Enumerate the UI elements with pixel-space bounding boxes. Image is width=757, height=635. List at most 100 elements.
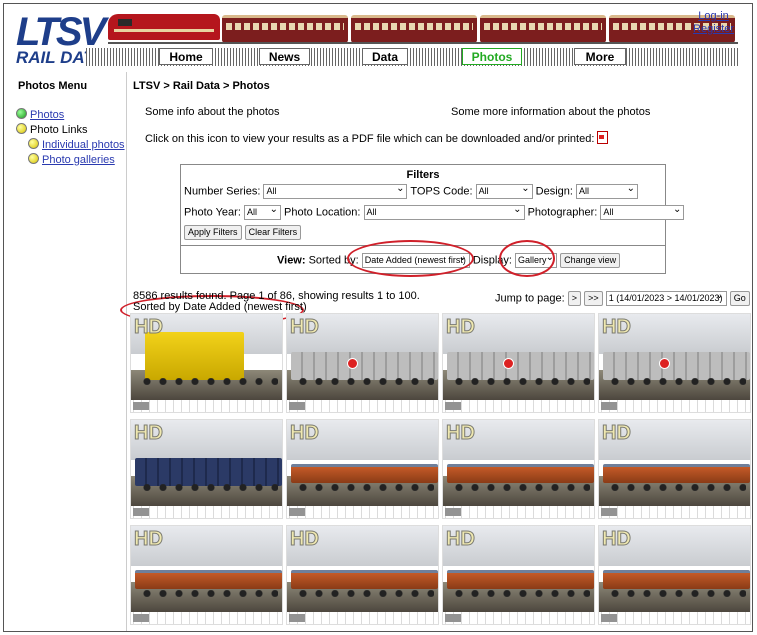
info-text-left: Some info about the photos	[145, 106, 280, 118]
nav-photos[interactable]: Photos	[462, 48, 522, 65]
breadcrumb: LTSV > Rail Data > Photos	[133, 80, 270, 92]
sidebar-item-photo-links: Photo Links	[16, 123, 87, 136]
nav-data[interactable]: Data	[362, 48, 408, 65]
gallery-thumbnail[interactable]: HD	[442, 313, 595, 413]
photo-caption-strip	[443, 400, 594, 412]
photo-caption-strip	[287, 400, 438, 412]
jump-to-page: Jump to page: > >> 1 (14/01/2023 > 14/01…	[495, 289, 750, 306]
photographer-select[interactable]: All	[600, 203, 685, 220]
photo-caption-strip	[599, 612, 750, 624]
site-logo[interactable]: LTSV	[16, 12, 106, 52]
sidebar-item-photo-galleries[interactable]: Photo galleries	[28, 153, 115, 166]
sort-select[interactable]: Date Added (newest first)	[361, 251, 470, 268]
photo-caption-strip	[287, 612, 438, 624]
photo-caption-strip	[131, 400, 282, 412]
design-label: Design:	[535, 185, 573, 198]
go-button[interactable]: Go	[729, 291, 750, 306]
sidebar-item-label[interactable]: Photo galleries	[42, 154, 115, 166]
hd-badge: HD	[602, 422, 632, 445]
hd-badge: HD	[290, 528, 320, 551]
gallery-thumbnail[interactable]: HD	[130, 313, 283, 413]
gallery-thumbnail[interactable]: HD	[598, 313, 751, 413]
view-row: View: Sorted by: Date Added (newest firs…	[277, 251, 621, 268]
gallery-thumbnail[interactable]: HD	[286, 419, 439, 519]
sidebar-item-label[interactable]: Photos	[30, 109, 64, 121]
gallery-thumbnail[interactable]: HD	[286, 313, 439, 413]
next-page-button[interactable]: >	[567, 291, 582, 306]
design-select[interactable]: All	[576, 182, 638, 199]
display-select[interactable]: Gallery	[515, 251, 558, 268]
filters-row-1: Number Series: All TOPS Code: All Design…	[184, 182, 638, 199]
hd-badge: HD	[134, 528, 164, 551]
nav-home[interactable]: Home	[159, 48, 213, 65]
yellow-dot-icon	[28, 153, 39, 164]
results-sorted-text: Sorted by Date Added (newest first)	[133, 301, 307, 313]
number-series-select[interactable]: All	[263, 182, 408, 199]
coach-graphic	[351, 15, 477, 43]
sidebar-item-label: Photo Links	[30, 124, 88, 136]
register-link[interactable]: Register	[693, 23, 734, 36]
last-page-button[interactable]: >>	[584, 291, 603, 306]
view-panel: View: Sorted by: Date Added (newest firs…	[180, 245, 666, 274]
photo-caption-strip	[599, 400, 750, 412]
sidebar-item-individual-photos[interactable]: Individual photos	[28, 138, 125, 151]
photo-caption-strip	[287, 506, 438, 518]
sidebar-item-photos[interactable]: Photos	[16, 108, 64, 121]
photo-location-label: Photo Location:	[284, 206, 361, 219]
results-summary: 8586 results found. Page 1 of 86, showin…	[133, 291, 420, 313]
gallery-thumbnail[interactable]: HD	[130, 525, 283, 625]
hd-badge: HD	[446, 422, 476, 445]
filters-row-2: Photo Year: All Photo Location: All Phot…	[184, 203, 685, 220]
sidebar-item-label[interactable]: Individual photos	[42, 139, 125, 151]
page-select[interactable]: 1 (14/01/2023 > 14/01/2023)	[605, 289, 727, 306]
account-links: Log-in Register	[693, 10, 734, 36]
clear-filters-button[interactable]: Clear Filters	[244, 225, 302, 240]
change-view-button[interactable]: Change view	[560, 253, 621, 268]
coach-graphic	[222, 15, 348, 43]
filters-title: Filters	[406, 169, 440, 181]
photo-caption-strip	[443, 506, 594, 518]
gallery-thumbnail[interactable]: HD	[286, 525, 439, 625]
info-text-right: Some more information about the photos	[451, 106, 651, 118]
login-link[interactable]: Log-in	[693, 10, 734, 23]
photo-caption-strip	[131, 506, 282, 518]
site-header: LTSV RAIL DATA Home News Data Photos Mor…	[4, 4, 752, 70]
filters-panel: Filters Number Series: All TOPS Code: Al…	[180, 164, 685, 246]
photo-location-select[interactable]: All	[363, 203, 525, 220]
green-dot-icon	[16, 108, 27, 119]
apply-filters-button[interactable]: Apply Filters	[184, 225, 242, 240]
photo-year-label: Photo Year:	[184, 206, 241, 219]
nav-more[interactable]: More	[574, 48, 626, 65]
number-series-label: Number Series:	[184, 185, 261, 198]
hd-badge: HD	[290, 422, 320, 445]
coach-graphic	[480, 15, 606, 43]
page-frame: LTSV RAIL DATA Home News Data Photos Mor…	[3, 3, 753, 632]
hd-badge: HD	[134, 422, 164, 445]
gallery-thumbnail[interactable]: HD	[598, 419, 751, 519]
track-graphic	[108, 42, 738, 44]
photo-caption-strip	[599, 506, 750, 518]
yellow-dot-icon	[28, 138, 39, 149]
pdf-text: Click on this icon to view your results …	[145, 133, 595, 145]
view-label: View:	[277, 254, 306, 267]
hd-badge: HD	[290, 316, 320, 339]
nav-news[interactable]: News	[259, 48, 310, 65]
jump-label: Jump to page:	[495, 292, 565, 305]
sorted-by-label: Sorted by:	[308, 254, 359, 267]
photo-caption-strip	[443, 612, 594, 624]
photo-year-select[interactable]: All	[243, 203, 281, 220]
yellow-dot-icon	[16, 123, 27, 134]
tops-code-label: TOPS Code:	[410, 185, 473, 198]
gallery-thumbnail[interactable]: HD	[442, 525, 595, 625]
locomotive-graphic	[108, 14, 220, 40]
gallery-thumbnail[interactable]: HD	[130, 419, 283, 519]
display-label: Display:	[472, 254, 512, 267]
sidebar-title: Photos Menu	[18, 80, 88, 92]
gallery-thumbnail[interactable]: HD	[442, 419, 595, 519]
photos-sidebar: Photos Menu Photos Photo Links Individua…	[4, 72, 127, 631]
tops-code-select[interactable]: All	[475, 182, 533, 199]
hd-badge: HD	[134, 316, 164, 339]
filters-row-3: Apply Filters Clear Filters	[184, 225, 302, 240]
gallery-thumbnail[interactable]: HD	[598, 525, 751, 625]
pdf-icon[interactable]	[597, 131, 609, 144]
